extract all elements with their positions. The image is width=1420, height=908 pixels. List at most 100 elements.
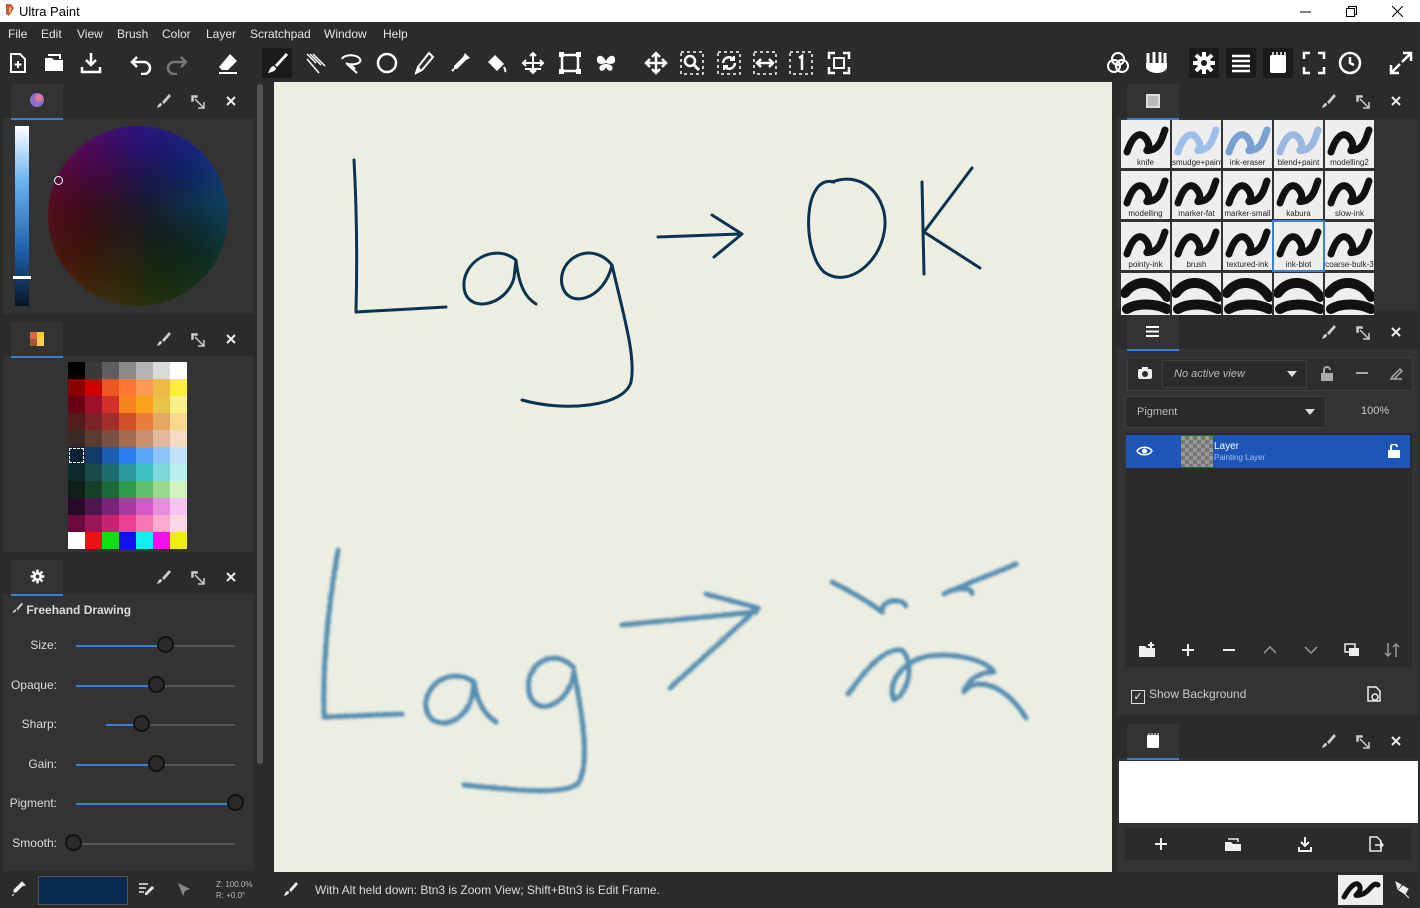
minus-icon[interactable]	[1356, 372, 1368, 374]
palette-swatch[interactable]	[136, 413, 153, 430]
brushes-panel-button[interactable]	[1141, 48, 1171, 78]
menu-scratchpad[interactable]: Scratchpad	[250, 27, 311, 41]
palette-swatch[interactable]	[85, 464, 102, 481]
brush-pin-icon[interactable]	[155, 93, 171, 109]
menu-color[interactable]: Color	[162, 27, 191, 41]
palette-swatch[interactable]	[136, 481, 153, 498]
symmetry-tool-button[interactable]	[591, 48, 621, 78]
palette-swatch[interactable]	[102, 430, 119, 447]
palette-swatch[interactable]	[136, 532, 153, 549]
palette-swatch[interactable]	[136, 362, 153, 379]
palette-swatch[interactable]	[153, 481, 170, 498]
flip-view-button[interactable]	[750, 48, 780, 78]
tab-color-wheel[interactable]	[11, 84, 63, 120]
brush-preset[interactable]	[1223, 273, 1272, 321]
tab-brush-settings[interactable]	[11, 560, 63, 596]
palette-swatch[interactable]	[119, 532, 136, 549]
palette-swatch[interactable]	[170, 481, 187, 498]
add-layer-button[interactable]	[1167, 633, 1208, 667]
brush-preset[interactable]: pointy-ink	[1121, 222, 1170, 270]
save-scratchpad-button[interactable]	[1269, 828, 1341, 860]
palette-swatch[interactable]	[68, 464, 85, 481]
brush-preset[interactable]: ink-blot	[1272, 220, 1325, 272]
fullscreen-button[interactable]	[1386, 48, 1416, 78]
value-slider[interactable]	[13, 126, 31, 306]
view-dropdown[interactable]: No active view	[1162, 360, 1307, 388]
palette-swatch[interactable]	[102, 464, 119, 481]
palette-swatch[interactable]	[153, 396, 170, 413]
brush-preset[interactable]: knife	[1121, 120, 1170, 168]
menu-window[interactable]: Window	[324, 27, 367, 41]
transform-tool-button[interactable]	[555, 48, 585, 78]
brush-preset[interactable]: smudge+paint	[1172, 120, 1221, 168]
palette-swatch[interactable]	[68, 515, 85, 532]
eyedropper-tool-button[interactable]	[445, 48, 475, 78]
eraser-tool-button[interactable]	[213, 48, 243, 78]
close-icon[interactable]	[1388, 324, 1404, 340]
frame-button[interactable]	[1299, 48, 1329, 78]
brush-preset[interactable]: coarse-bulk-3	[1325, 222, 1374, 270]
new-scratchpad-button[interactable]	[1125, 828, 1197, 860]
brush-preset[interactable]	[1121, 273, 1170, 321]
edit-list-icon[interactable]	[138, 881, 155, 897]
palette-swatch[interactable]	[153, 430, 170, 447]
zoom-view-button[interactable]	[677, 48, 707, 78]
slider-handle[interactable]	[157, 636, 175, 653]
tab-brushes[interactable]	[1127, 84, 1179, 120]
palette-swatch[interactable]	[102, 379, 119, 396]
slider-opaque[interactable]: Opaque:	[3, 668, 255, 704]
palette-swatch[interactable]	[170, 379, 187, 396]
slider-size[interactable]: Size:	[3, 628, 255, 664]
palette-swatch[interactable]	[153, 362, 170, 379]
ellipse-tool-button[interactable]	[372, 48, 402, 78]
palette-swatch[interactable]	[68, 396, 85, 413]
palette-swatch[interactable]	[68, 379, 85, 396]
open-document-button[interactable]	[39, 48, 69, 78]
palette-swatch[interactable]	[170, 430, 187, 447]
slider-smooth[interactable]: Smooth:	[3, 826, 255, 862]
tab-scratchpad[interactable]	[1127, 724, 1179, 760]
palette-swatch[interactable]	[68, 498, 85, 515]
tab-palette[interactable]	[11, 322, 63, 358]
palette-swatch[interactable]	[153, 498, 170, 515]
add-group-button[interactable]	[1126, 633, 1167, 667]
background-settings-icon[interactable]	[1367, 686, 1381, 702]
slider-handle[interactable]	[147, 754, 165, 772]
scratchpad-panel-button[interactable]	[1263, 48, 1293, 78]
fill-tool-button[interactable]	[481, 48, 511, 78]
menu-view[interactable]: View	[77, 27, 103, 41]
menu-file[interactable]: File	[8, 27, 27, 41]
brush-preset[interactable]: slow-ink	[1325, 171, 1374, 219]
left-dock-scrollbar[interactable]	[257, 84, 263, 764]
palette-swatch[interactable]	[85, 515, 102, 532]
eyedropper-icon[interactable]	[10, 881, 26, 897]
layer-item[interactable]: Layer Painting Layer	[1126, 435, 1410, 468]
show-background-checkbox[interactable]: ✓	[1131, 690, 1145, 704]
brush-pin-icon[interactable]	[155, 331, 171, 347]
delete-layer-button[interactable]	[1208, 633, 1249, 667]
settings-button[interactable]	[1189, 48, 1219, 78]
palette-swatch[interactable]	[170, 532, 187, 549]
brush-preset[interactable]: kabura	[1274, 171, 1323, 219]
color-mixer-button[interactable]	[1103, 48, 1133, 78]
palette-swatch[interactable]	[119, 447, 136, 464]
palette-swatch[interactable]	[136, 464, 153, 481]
slider-track[interactable]	[73, 842, 235, 845]
brush-settings-icon[interactable]	[1393, 881, 1411, 899]
palette-swatch[interactable]	[85, 396, 102, 413]
drawing-canvas[interactable]	[274, 82, 1112, 872]
palette-swatch[interactable]	[102, 498, 119, 515]
palette-swatch[interactable]	[85, 413, 102, 430]
brush-preset[interactable]: modelling	[1121, 171, 1170, 219]
palette-swatch[interactable]	[153, 447, 170, 464]
palette-swatch[interactable]	[136, 498, 153, 515]
palette-swatch[interactable]	[102, 515, 119, 532]
detach-panel-icon[interactable]	[1354, 93, 1370, 109]
unlock-icon[interactable]	[1320, 366, 1334, 382]
close-icon[interactable]	[1388, 733, 1404, 749]
palette-swatch[interactable]	[68, 430, 85, 447]
pan-view-button[interactable]	[641, 48, 671, 78]
palette-swatch[interactable]	[102, 447, 119, 464]
slider-gain[interactable]: Gain:	[3, 747, 255, 783]
palette-swatch[interactable]	[170, 396, 187, 413]
